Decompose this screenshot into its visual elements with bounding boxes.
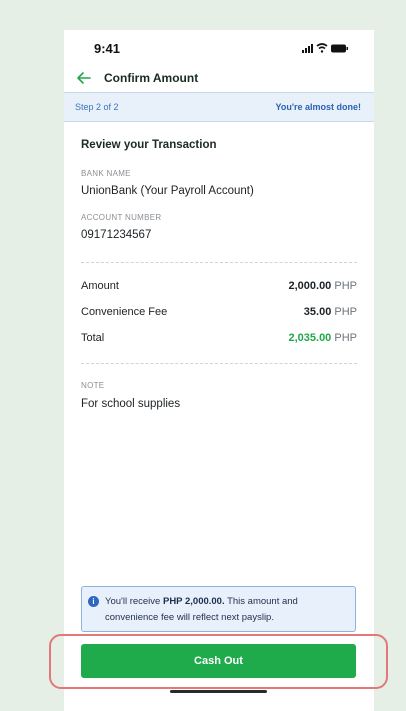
info-icon: i: [88, 596, 99, 607]
currency-label: PHP: [334, 332, 357, 344]
status-time: 9:41: [94, 41, 121, 56]
convenience-fee-row: Convenience Fee 35.00 PHP: [81, 306, 357, 322]
signal-icon: [302, 44, 313, 53]
convenience-fee-value: 35.00: [303, 306, 332, 318]
account-number-label: ACCOUNT NUMBER: [81, 213, 162, 222]
total-label: Total: [81, 332, 105, 344]
battery-icon: [331, 44, 348, 53]
notice-amount: PHP 2,000.00.: [162, 596, 225, 607]
convenience-fee-label: Convenience Fee: [81, 306, 168, 318]
amount-label: Amount: [81, 280, 119, 292]
total-row: Total 2,035.00 PHP: [81, 332, 357, 348]
progress-message: You're almost done!: [275, 102, 361, 112]
amount-row: Amount 2,000.00 PHP: [81, 280, 357, 296]
notice-text: You'll receive PHP 2,000.00. This amount…: [105, 596, 298, 623]
step-indicator: Step 2 of 2: [75, 102, 119, 112]
info-notice: i You'll receive PHP 2,000.00. This amou…: [81, 586, 356, 632]
note-label: NOTE: [81, 381, 105, 390]
bank-name-value: UnionBank (Your Payroll Account): [81, 185, 254, 197]
app-header: Confirm Amount: [64, 64, 374, 92]
cash-out-button[interactable]: Cash Out: [81, 644, 356, 678]
note-value: For school supplies: [81, 398, 181, 410]
divider: [81, 262, 357, 263]
back-arrow-icon[interactable]: [74, 68, 94, 88]
section-title: Review your Transaction: [81, 139, 217, 151]
phone-screen: 9:41 Confirm Amount Step 2 of 2 You're a…: [64, 30, 374, 711]
amount-value: 2,000.00: [288, 280, 332, 292]
total-value: 2,035.00: [288, 332, 332, 344]
wifi-icon: [316, 43, 328, 53]
status-bar: 9:41: [64, 30, 374, 64]
home-indicator: [170, 690, 267, 693]
divider: [81, 363, 357, 364]
page-title: Confirm Amount: [104, 71, 199, 85]
currency-label: PHP: [334, 280, 357, 292]
account-number-value: 09171234567: [81, 229, 152, 241]
status-icons: [302, 43, 348, 53]
step-banner: Step 2 of 2 You're almost done!: [64, 92, 374, 122]
currency-label: PHP: [334, 306, 357, 318]
bank-name-label: BANK NAME: [81, 169, 131, 178]
